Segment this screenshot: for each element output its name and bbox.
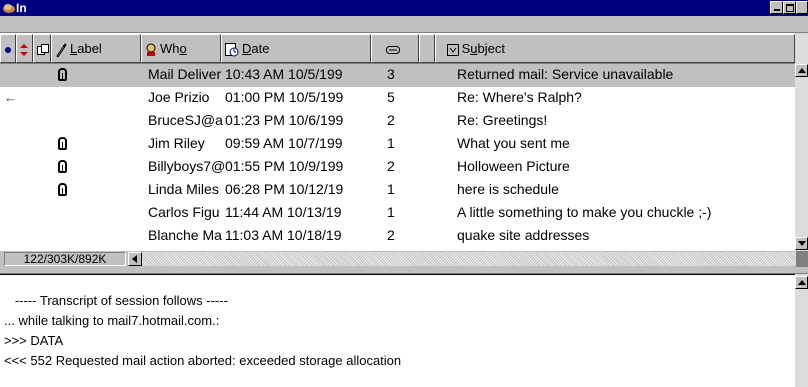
horizontal-scrollbar[interactable] (128, 252, 796, 266)
eudora-mailbox-icon (3, 4, 15, 13)
message-sender: Linda Miles (148, 181, 219, 197)
message-sender: Blanche Ma (148, 227, 222, 243)
date-column-title: Date (242, 41, 270, 56)
who-column-title: Who (160, 41, 187, 56)
maximize-button[interactable] (783, 1, 796, 14)
preview-scroll-up-button[interactable] (795, 276, 808, 289)
column-server[interactable] (419, 34, 435, 63)
column-who[interactable]: Who (141, 34, 221, 63)
message-preview-pane[interactable]: ----- Transcript of session follows ----… (0, 274, 795, 387)
paperclip-icon (58, 68, 67, 81)
column-priority[interactable] (16, 34, 33, 63)
message-date: 11:03 AM 10/18/19 (225, 227, 342, 243)
message-status: ← (4, 90, 17, 105)
message-row[interactable]: Mail Deliver 10:43 AM 10/5/199 3 Returned m… (0, 64, 795, 87)
message-size: 5 (387, 89, 395, 105)
window-frame-strip (0, 16, 808, 33)
message-row[interactable]: BruceSJ@a 01:23 PM 10/6/199 2 Re: Greetings… (0, 110, 795, 133)
message-row[interactable]: Blanche Ma 11:03 AM 10/18/19 2 quake site a… (0, 225, 795, 248)
message-date: 06:28 PM 10/12/19 (225, 181, 344, 197)
date-clock-icon (225, 42, 239, 57)
message-row[interactable]: Jim Riley 09:59 AM 10/7/199 1 What you sent… (0, 133, 795, 156)
paperclip-icon (58, 160, 67, 173)
message-date: 11:44 AM 10/13/19 (225, 204, 342, 220)
message-size: 3 (387, 66, 395, 82)
column-attachment[interactable] (33, 34, 51, 63)
message-size: 2 (387, 158, 395, 174)
preview-scrollbar[interactable] (795, 274, 808, 387)
minimize-button[interactable] (770, 1, 783, 14)
message-sender: BruceSJ@a (148, 112, 223, 128)
size-icon (386, 45, 400, 54)
attachment-icon (37, 43, 49, 55)
column-date[interactable]: Date (221, 34, 371, 63)
message-row[interactable]: Carlos Figu 11:44 AM 10/13/19 1 A little so… (0, 202, 795, 225)
who-person-icon (146, 43, 156, 56)
paperclip-icon (58, 183, 67, 196)
message-subject: Returned mail: Service unavailable (457, 66, 674, 82)
message-size: 1 (387, 181, 395, 197)
attachment-indicator (58, 179, 74, 202)
message-date: 09:59 AM 10/7/199 (225, 135, 343, 151)
message-size: 1 (387, 135, 395, 151)
message-row[interactable]: ← Joe Prizio 01:00 PM 10/5/199 5 Re: Where's… (0, 87, 795, 110)
message-subject: A little something to make you chuckle ;… (457, 204, 712, 220)
message-list[interactable]: Mail Deliver 10:43 AM 10/5/199 3 Returned m… (0, 64, 795, 251)
label-tag-icon (56, 42, 67, 57)
scroll-left-button[interactable] (128, 252, 142, 266)
column-subject[interactable]: Subject (435, 34, 795, 63)
close-button[interactable] (796, 1, 808, 14)
message-date: 01:55 PM 10/9/199 (225, 158, 344, 174)
paperclip-icon (58, 137, 67, 150)
column-label[interactable]: Label (51, 34, 141, 63)
message-date: 01:00 PM 10/5/199 (225, 89, 344, 105)
column-header-row: Label Who Date Subject (0, 33, 795, 64)
preview-line: ... while talking to mail7.hotmail.com.: (4, 313, 220, 328)
attachment-indicator (58, 133, 74, 156)
status-dot-icon (5, 46, 11, 53)
message-subject: quake site addresses (457, 227, 590, 243)
preview-line: ----- Transcript of session follows ----… (4, 293, 228, 308)
mailbox-window: In Label Who Date Subject Mail Deliver 1… (0, 0, 808, 387)
column-status[interactable] (0, 34, 16, 63)
subject-column-title: Subject (461, 41, 505, 56)
message-subject: here is schedule (457, 181, 559, 197)
message-subject: What you sent me (457, 135, 570, 151)
subject-icon (446, 43, 459, 56)
message-subject: Re: Where's Ralph? (457, 89, 582, 105)
message-list-scrollbar[interactable] (795, 33, 808, 264)
message-size: 2 (387, 112, 395, 128)
message-sender: Joe Prizio (148, 89, 210, 105)
status-bar: 122/303K/892K (0, 251, 808, 267)
message-sender: Billyboys7@ (148, 158, 225, 174)
preview-line: <<< 552 Requested mail action aborted: e… (4, 353, 402, 368)
scroll-down-button[interactable] (795, 237, 808, 250)
message-size: 2 (387, 227, 395, 243)
message-date: 10:43 AM 10/5/199 (225, 66, 343, 82)
label-column-title: Label (70, 41, 102, 56)
attachment-indicator (58, 64, 74, 87)
scrollbar-corner (796, 251, 808, 267)
message-subject: Re: Greetings! (457, 112, 548, 128)
message-sender: Jim Riley (148, 135, 205, 151)
message-subject: Holloween Picture (457, 158, 570, 174)
priority-arrows-icon (20, 43, 28, 56)
column-size[interactable] (371, 34, 419, 63)
title-bar[interactable]: In (0, 0, 808, 16)
scroll-up-button[interactable] (795, 64, 808, 77)
message-size: 1 (387, 204, 395, 220)
message-sender: Carlos Figu (148, 204, 220, 220)
mailbox-size-indicator[interactable]: 122/303K/892K (4, 252, 126, 266)
window-title: In (16, 1, 27, 15)
message-date: 01:23 PM 10/6/199 (225, 112, 344, 128)
preview-line: >>> DATA (4, 333, 64, 348)
message-row[interactable]: Billyboys7@ 01:55 PM 10/9/199 2 Holloween P… (0, 156, 795, 179)
attachment-indicator (58, 156, 74, 179)
message-sender: Mail Deliver (148, 66, 222, 82)
pane-splitter[interactable] (0, 267, 808, 274)
message-row[interactable]: Linda Miles 06:28 PM 10/12/19 1 here is sch… (0, 179, 795, 202)
